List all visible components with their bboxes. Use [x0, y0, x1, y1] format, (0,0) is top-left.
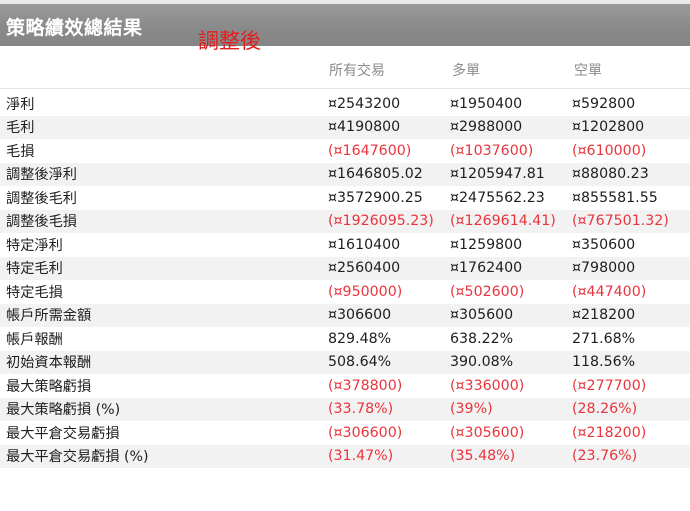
column-header-long: 多單: [452, 63, 480, 79]
value-long: (¤336000): [450, 377, 525, 394]
row-label: 調整後毛損: [0, 209, 328, 233]
value-short: (¤447400): [572, 283, 647, 300]
table-row-select-gross-loss: 特定毛損 (¤950000) (¤502600) (¤447400): [0, 280, 690, 304]
row-label: 最大平倉交易虧損 (%): [0, 444, 328, 468]
panel-header: 策略績效總結果 調整後: [0, 0, 690, 53]
row-label: 毛利: [0, 115, 328, 139]
value-all-trades: (31.47%): [328, 444, 450, 468]
value-short: (28.26%): [572, 397, 690, 421]
value-all-trades: (¤950000): [328, 283, 403, 300]
row-label: 調整後淨利: [0, 162, 328, 186]
row-label: 最大策略虧損: [6, 378, 92, 395]
value-all-trades: 829.48%: [328, 330, 392, 347]
value-all-trades: ¤4190800: [328, 115, 450, 139]
table-row-net-profit: 淨利 ¤2543200 ¤1950400 ¤592800: [0, 92, 690, 116]
table-row-max-strategy-drawdown: 最大策略虧損 (¤378800) (¤336000) (¤277700): [0, 374, 690, 398]
table-row-max-strategy-drawdown-pct: 最大策略虧損 (%) (33.78%) (39%) (28.26%): [0, 397, 690, 421]
value-short: ¤350600: [572, 236, 636, 253]
row-label: 帳戶所需金額: [0, 303, 328, 327]
row-label: 最大平倉交易虧損: [6, 425, 120, 442]
value-short: ¤1202800: [572, 115, 690, 139]
value-long: 638.22%: [450, 330, 514, 347]
value-short: ¤855581.55: [572, 189, 658, 206]
table-row-select-gross-profit: 特定毛利 ¤2560400 ¤1762400 ¤798000: [0, 256, 690, 280]
value-long: (¤305600): [450, 424, 525, 441]
value-all-trades: ¤2560400: [328, 256, 450, 280]
row-label: 特定毛損: [6, 284, 63, 301]
row-label: 調整後毛利: [6, 190, 77, 207]
row-label: 特定淨利: [6, 237, 63, 254]
column-header-all-trades: 所有交易: [329, 63, 385, 79]
value-long: ¤1205947.81: [450, 162, 572, 186]
value-all-trades: ¤3572900.25: [328, 189, 423, 206]
row-label: 特定毛利: [0, 256, 328, 280]
table-row-account-size-required: 帳戶所需金額 ¤306600 ¤305600 ¤218200: [0, 303, 690, 327]
value-long: (¤1037600): [450, 142, 534, 159]
table-row-adjusted-net-profit: 調整後淨利 ¤1646805.02 ¤1205947.81 ¤88080.23: [0, 162, 690, 186]
performance-summary-panel: 策略績效總結果 調整後 所有交易 多單 空單 淨利 ¤2543200 ¤195040…: [0, 0, 690, 511]
table-row-select-net-profit: 特定淨利 ¤1610400 ¤1259800 ¤350600: [0, 233, 690, 257]
value-short: (¤767501.32): [572, 209, 690, 233]
table-row-max-close-to-close-drawdown: 最大平倉交易虧損 (¤306600) (¤305600) (¤218200): [0, 421, 690, 445]
value-short: (23.76%): [572, 444, 690, 468]
value-short: ¤798000: [572, 256, 690, 280]
column-header-row: 所有交易 多單 空單: [0, 48, 690, 89]
table-row-adjusted-gross-profit: 調整後毛利 ¤3572900.25 ¤2475562.23 ¤855581.55: [0, 186, 690, 210]
row-label: 帳戶報酬: [6, 331, 63, 348]
value-all-trades: ¤1646805.02: [328, 162, 450, 186]
table-row-return-on-account: 帳戶報酬 829.48% 638.22% 271.68%: [0, 327, 690, 351]
value-all-trades: (¤1926095.23): [328, 209, 450, 233]
value-short: 271.68%: [572, 330, 636, 347]
panel-title: 策略績效總結果: [6, 17, 143, 39]
table-row-gross-loss: 毛損 (¤1647600) (¤1037600) (¤610000): [0, 139, 690, 163]
value-all-trades: (¤1647600): [328, 142, 412, 159]
value-long: ¤1950400: [450, 95, 523, 112]
table-row-gross-profit: 毛利 ¤4190800 ¤2988000 ¤1202800: [0, 115, 690, 139]
value-long: ¤1762400: [450, 256, 572, 280]
column-header-short: 空單: [574, 63, 602, 79]
value-short: (¤610000): [572, 142, 647, 159]
value-long: (35.48%): [450, 444, 572, 468]
table-row-max-close-to-close-drawdown-pct: 最大平倉交易虧損 (%) (31.47%) (35.48%) (23.76%): [0, 444, 690, 468]
value-long: ¤305600: [450, 303, 572, 327]
value-all-trades: (¤306600): [328, 424, 403, 441]
value-all-trades: ¤306600: [328, 303, 450, 327]
table-row-return-on-initial-capital: 初始資本報酬 508.64% 390.08% 118.56%: [0, 350, 690, 374]
value-short: 118.56%: [572, 350, 690, 374]
value-short: ¤88080.23: [572, 162, 690, 186]
value-all-trades: ¤1610400: [328, 236, 401, 253]
row-label: 淨利: [6, 96, 35, 113]
value-short: (¤218200): [572, 424, 647, 441]
value-all-trades: ¤2543200: [328, 95, 401, 112]
value-long: ¤2475562.23: [450, 189, 545, 206]
row-label: 毛損: [6, 143, 35, 160]
value-short: (¤277700): [572, 377, 647, 394]
value-all-trades: (¤378800): [328, 377, 403, 394]
row-label: 初始資本報酬: [0, 350, 328, 374]
value-short: ¤592800: [572, 95, 636, 112]
metrics-table: 淨利 ¤2543200 ¤1950400 ¤592800 毛利 ¤4190800 ¤2988…: [0, 92, 690, 468]
value-long: (39%): [450, 397, 572, 421]
value-long: (¤1269614.41): [450, 209, 572, 233]
row-label: 最大策略虧損 (%): [0, 397, 328, 421]
value-long: ¤1259800: [450, 236, 523, 253]
value-short: ¤218200: [572, 303, 690, 327]
value-long: (¤502600): [450, 283, 525, 300]
value-all-trades: 508.64%: [328, 350, 450, 374]
value-long: ¤2988000: [450, 115, 572, 139]
table-row-adjusted-gross-loss: 調整後毛損 (¤1926095.23) (¤1269614.41) (¤767501.…: [0, 209, 690, 233]
value-long: 390.08%: [450, 350, 572, 374]
value-all-trades: (33.78%): [328, 397, 450, 421]
